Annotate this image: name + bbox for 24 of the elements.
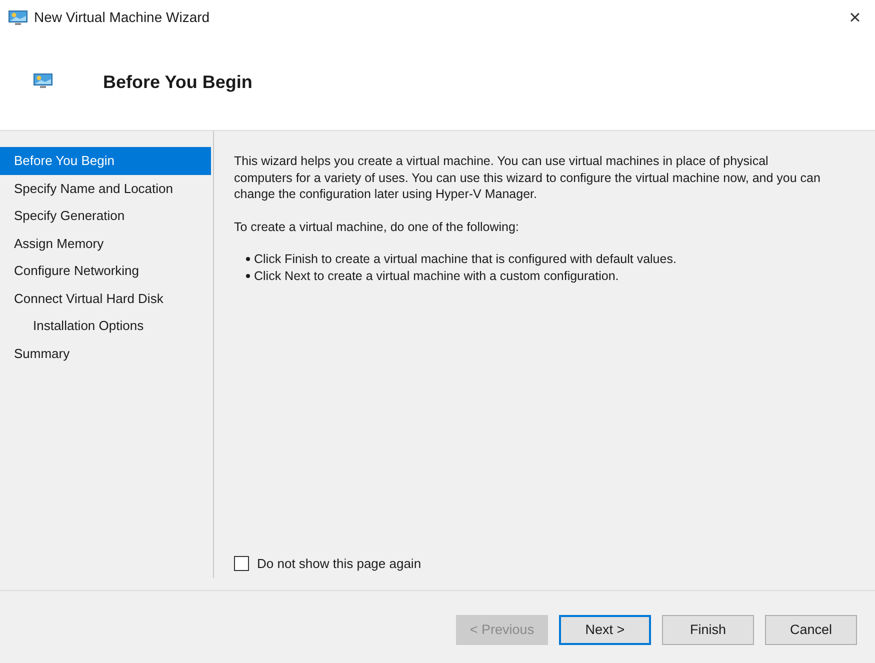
checkbox[interactable] [234, 556, 249, 572]
bullet-icon [246, 257, 250, 262]
instruction-text: To create a virtual machine, do one of the following: [234, 218, 520, 235]
bullet-icon [246, 274, 250, 278]
close-button[interactable]: × [845, 8, 865, 28]
wizard-step[interactable]: Summary [0, 340, 211, 367]
wizard-step[interactable]: Installation Options [0, 312, 211, 340]
option-text: Click Finish to create a virtual machine that is configured with default values. [254, 251, 676, 268]
wizard-step[interactable]: Configure Networking [0, 257, 211, 284]
wizard-step[interactable]: Before You Begin [0, 147, 211, 174]
option-text: Click Next to create a virtual machine with a custom configuration. [254, 268, 619, 284]
wizard-button[interactable]: Finish [662, 615, 754, 645]
page-heading: Before You Begin [103, 71, 252, 94]
wizard-button[interactable]: Next > [559, 615, 651, 645]
wizard-step[interactable]: Specify Generation [0, 202, 211, 230]
window-title: New Virtual Machine Wizard [34, 8, 210, 27]
wizard-step[interactable]: Specify Name and Location [0, 174, 211, 202]
wizard-step[interactable]: Assign Memory [0, 230, 211, 257]
intro-text: This wizard helps you create a virtual machine. You can use virtual machines in place of physical computers for a variety of uses. You can use this wizard to configure the virtual machine now, and you can change the configuration later using Hyper-V Manager. [234, 153, 822, 202]
header-icon [33, 72, 53, 88]
wizard-button[interactable]: Cancel [765, 615, 857, 645]
app-icon [8, 10, 28, 26]
checkbox-label: Do not show this page again [257, 556, 422, 572]
wizard-step[interactable]: Connect Virtual Hard Disk [0, 284, 211, 312]
